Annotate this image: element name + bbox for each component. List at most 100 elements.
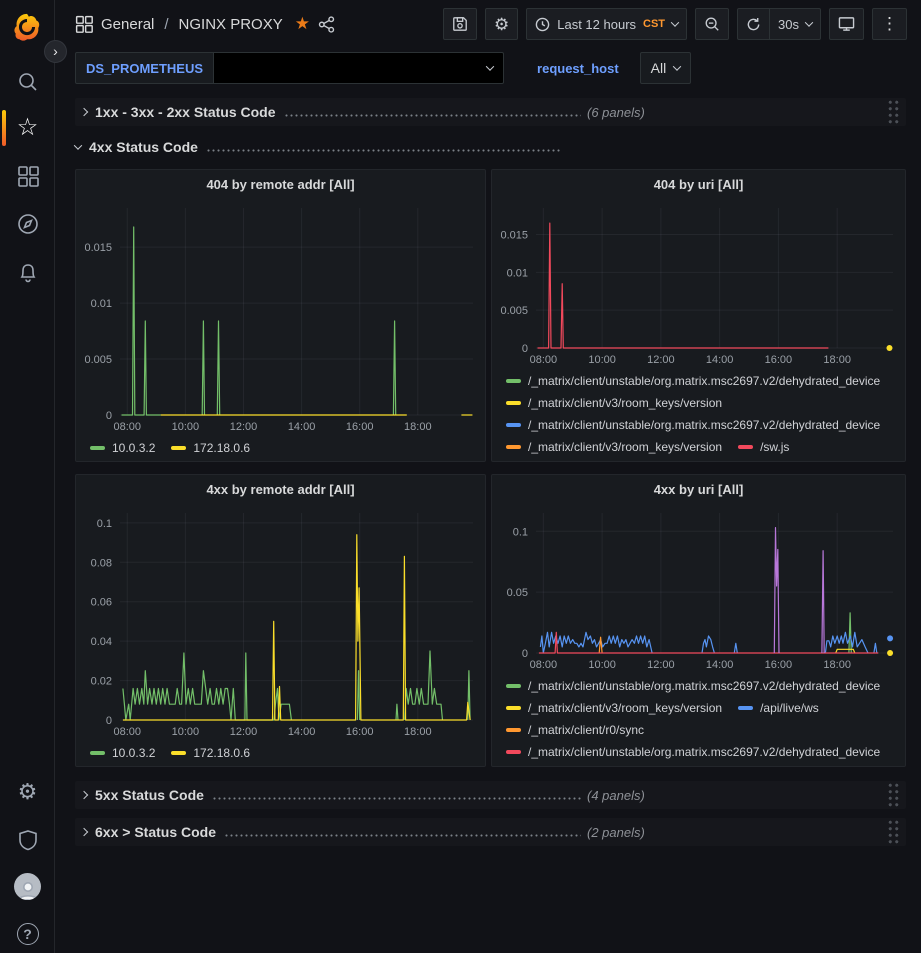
svg-text:12:00: 12:00 (230, 421, 258, 433)
grafana-logo-icon[interactable] (12, 12, 42, 42)
legend-series-swatch (171, 751, 186, 755)
svg-text:14:00: 14:00 (706, 659, 734, 671)
share-icon[interactable] (318, 16, 335, 33)
zoom-out-time-button[interactable] (695, 8, 729, 40)
row-panel-count: (2 panels) (587, 825, 645, 840)
row-title: 5xx Status Code (95, 787, 204, 803)
sidebar-item-alerting[interactable] (0, 252, 55, 292)
legend-item[interactable]: /_matrix/client/unstable/org.matrix.msc2… (506, 370, 880, 392)
legend-series-label: /_matrix/client/unstable/org.matrix.msc2… (528, 679, 880, 693)
refresh-icon (746, 17, 761, 32)
legend-item[interactable]: /api/live/ws (738, 697, 819, 719)
legend-item[interactable]: /sw.js (738, 436, 789, 458)
svg-text:08:00: 08:00 (530, 659, 558, 671)
sidebar-item-configuration[interactable]: ⚙ (0, 772, 55, 812)
dashboard-body: 1xx - 3xx - 2xx Status Code (6 panels) 4… (55, 94, 921, 846)
sidebar-item-server-admin[interactable] (0, 820, 55, 860)
chart-4xx-by-uri[interactable]: 08:0010:0012:0014:0016:0018:0000.050.1 (492, 503, 905, 673)
host-variable-dropdown[interactable]: All (640, 52, 692, 84)
svg-text:12:00: 12:00 (230, 726, 258, 738)
legend-item[interactable]: /_matrix/client/v3/room_keys/version (506, 436, 722, 458)
refresh-interval-dropdown[interactable]: 30s (769, 8, 821, 40)
refresh-button[interactable] (737, 8, 769, 40)
sidebar-item-help[interactable]: ? (0, 914, 55, 953)
legend-item[interactable]: 172.18.0.6 (171, 437, 250, 459)
star-outline-icon: ☆ (17, 116, 39, 140)
row-title: 4xx Status Code (89, 139, 198, 155)
breadcrumb-folder[interactable]: General (101, 16, 154, 33)
breadcrumb-dashboard-title[interactable]: NGINX PROXY (179, 16, 283, 33)
time-range-label: Last 12 hours (557, 17, 636, 32)
legend-item[interactable]: /_matrix/client/v3/room_keys/version (506, 697, 722, 719)
chevron-right-icon (80, 828, 88, 836)
legend-series-swatch (506, 379, 521, 383)
svg-text:10:00: 10:00 (588, 659, 616, 671)
panel-4xx-by-uri: 4xx by uri [All] 08:0010:0012:0014:0016:… (491, 474, 906, 767)
legend-item[interactable]: /_matrix/client/unstable/org.matrix.msc2… (506, 675, 880, 697)
legend-series-label: 10.0.3.2 (112, 746, 155, 760)
svg-text:16:00: 16:00 (346, 421, 374, 433)
sidebar-expand-button[interactable]: › (44, 40, 67, 63)
chart-404-by-uri[interactable]: 08:0010:0012:0014:0016:0018:0000.0050.01… (492, 198, 905, 368)
panel-404-by-remote-addr: 404 by remote addr [All] 08:0010:0012:00… (75, 169, 486, 462)
sidebar-item-starred[interactable]: ☆ (0, 108, 55, 148)
legend-item[interactable]: /_matrix/client/r0/sync (506, 719, 644, 741)
more-options-button[interactable]: ⋮ (872, 8, 907, 40)
row-drag-handle[interactable] (887, 819, 900, 845)
row-5xx[interactable]: 5xx Status Code (4 panels) (75, 781, 906, 809)
favorite-star-icon[interactable]: ★ (295, 14, 310, 34)
dashboard-settings-button[interactable]: ⚙ (485, 8, 518, 40)
svg-text:16:00: 16:00 (765, 354, 793, 366)
sidebar-item-search[interactable] (0, 62, 55, 102)
datasource-variable-dropdown[interactable] (214, 52, 504, 84)
row-title: 1xx - 3xx - 2xx Status Code (95, 104, 276, 120)
legend-item[interactable]: /_matrix/client/v3/room_keys/version (506, 392, 722, 414)
host-variable-label: request_host (526, 52, 630, 84)
cycle-view-mode-button[interactable] (829, 8, 864, 40)
panel-title[interactable]: 404 by uri [All] (492, 170, 905, 198)
save-dashboard-button[interactable] (443, 8, 477, 40)
time-range-picker[interactable]: Last 12 hours CST (526, 8, 687, 40)
legend-item[interactable]: 10.0.3.2 (90, 742, 155, 764)
chart-4xx-by-remote-addr[interactable]: 08:0010:0012:0014:0016:0018:0000.020.040… (76, 503, 485, 740)
sidebar-item-dashboards[interactable] (0, 156, 55, 196)
sidebar-item-profile[interactable] (0, 866, 55, 906)
row-drag-handle[interactable] (887, 782, 900, 808)
legend-series-swatch (506, 728, 521, 732)
svg-text:18:00: 18:00 (823, 354, 851, 366)
gear-icon: ⚙ (18, 781, 38, 803)
legend-series-swatch (738, 445, 753, 449)
chevron-right-icon (80, 791, 88, 799)
legend: 10.0.3.2 172.18.0.6 (76, 435, 485, 461)
row-drag-handle[interactable] (887, 99, 900, 125)
timezone-label: CST (643, 18, 665, 30)
svg-text:16:00: 16:00 (346, 726, 374, 738)
legend-series-swatch (506, 706, 521, 710)
svg-text:08:00: 08:00 (113, 726, 141, 738)
legend-item[interactable]: 172.18.0.6 (171, 742, 250, 764)
legend-series-swatch (171, 446, 186, 450)
legend-item[interactable]: /_matrix/client/unstable/org.matrix.msc2… (506, 741, 880, 763)
sidebar-item-explore[interactable] (0, 204, 55, 244)
chart-404-by-remote-addr[interactable]: 08:0010:0012:0014:0016:0018:0000.0050.01… (76, 198, 485, 435)
row-1xx-3xx-2xx[interactable]: 1xx - 3xx - 2xx Status Code (6 panels) (75, 98, 906, 126)
monitor-icon (838, 16, 855, 32)
svg-text:14:00: 14:00 (288, 421, 316, 433)
svg-text:0.005: 0.005 (500, 305, 528, 317)
panel-title[interactable]: 4xx by uri [All] (492, 475, 905, 503)
panel-4xx-by-remote-addr: 4xx by remote addr [All] 08:0010:0012:00… (75, 474, 486, 767)
chevron-right-icon (80, 108, 88, 116)
panel-title[interactable]: 404 by remote addr [All] (76, 170, 485, 198)
legend-item[interactable]: /_matrix/client/unstable/org.matrix.msc2… (506, 414, 880, 436)
svg-text:12:00: 12:00 (647, 659, 675, 671)
row-4xx[interactable]: 4xx Status Code (75, 135, 906, 159)
row-6xx[interactable]: 6xx > Status Code (2 panels) (75, 818, 906, 846)
host-variable-value: All (651, 60, 667, 76)
legend-item[interactable]: 10.0.3.2 (90, 437, 155, 459)
variables-row: DS_PROMETHEUS request_host All (55, 48, 921, 94)
search-icon (17, 71, 39, 93)
svg-text:0: 0 (106, 715, 112, 727)
dashboard-grid-icon (75, 15, 93, 33)
panel-title[interactable]: 4xx by remote addr [All] (76, 475, 485, 503)
legend-series-swatch (506, 401, 521, 405)
